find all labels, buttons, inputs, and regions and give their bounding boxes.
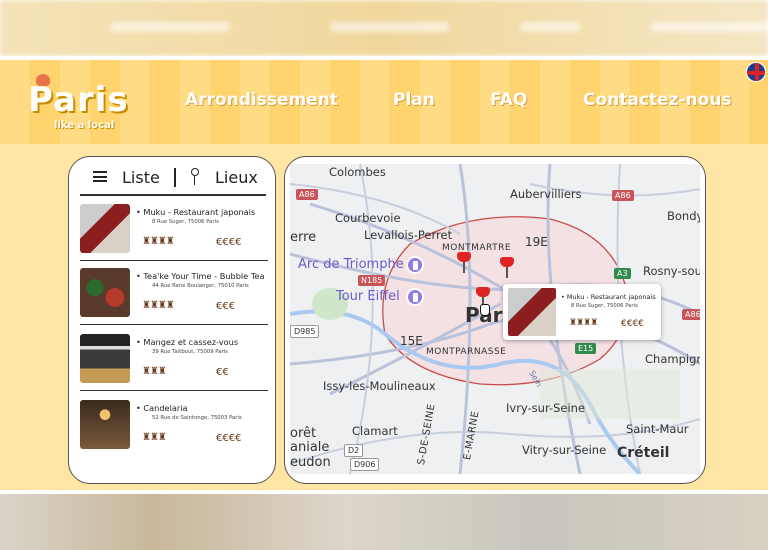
hand-cursor-icon: [480, 304, 490, 316]
map-pin-icon[interactable]: [457, 252, 471, 274]
map-label: aniale: [290, 440, 330, 455]
map-label: Issy-les-Moulineaux: [323, 379, 436, 393]
map-poi-label: Tour Eiffel: [336, 289, 400, 304]
list-item[interactable]: • Candelaria 52 Rue de Saintonge, 75003 …: [80, 395, 268, 455]
uk-flag-icon[interactable]: [746, 62, 766, 82]
map-label: Levallois-Perret: [364, 228, 453, 242]
restaurant-photo: [508, 288, 556, 336]
item-price: €€: [216, 367, 229, 378]
road-badge: A86: [296, 189, 318, 200]
map-label: Bondy: [667, 209, 700, 223]
popup-name: • Muku - Restaurant japonais: [561, 293, 656, 301]
divider: [80, 389, 268, 391]
map[interactable]: Colombes Aubervilliers Courbevoie Bondy …: [290, 164, 700, 474]
blurred-background-bottom: [0, 494, 768, 550]
eiffel-rating-icon: ♜♜♜♜: [142, 300, 175, 311]
map-label: erre: [290, 230, 317, 245]
item-name: • Candelaria: [136, 403, 188, 413]
list-item[interactable]: • Mangez et cassez-vous 39 Rue Taitbout,…: [80, 329, 268, 391]
map-label: Clamart: [352, 424, 398, 438]
item-price: €€€€: [216, 237, 242, 248]
map-label: Rosny-sous: [643, 264, 700, 278]
road-badge: A86: [682, 309, 700, 320]
restaurant-photo: [80, 268, 130, 317]
item-name: • Muku - Restaurant japonais: [136, 207, 256, 217]
map-poi-label: Arc de Triomphe: [298, 257, 404, 272]
logo[interactable]: Paris like a local: [28, 74, 148, 138]
divider: [80, 194, 266, 196]
item-address: 52 Rue de Saintonge, 75003 Paris: [152, 415, 242, 421]
tower-icon[interactable]: [406, 288, 424, 306]
tab-separator: [174, 168, 176, 187]
popup-price: €€€€: [621, 319, 644, 329]
nav-plan[interactable]: Plan: [393, 90, 435, 110]
blurred-background-top: [0, 0, 768, 56]
nav-contact[interactable]: Contactez-nous: [583, 90, 732, 110]
map-label: eudon: [290, 455, 331, 470]
map-label: Aubervilliers: [510, 187, 582, 201]
road-badge: D906: [350, 458, 380, 471]
road-badge: D2: [344, 444, 364, 457]
map-label: Champigny: [645, 352, 700, 366]
map-label: 15E: [400, 334, 423, 348]
item-name: • Tea'ke Your Time - Bubble Tea: [136, 271, 265, 281]
road-badge: E15: [575, 343, 597, 354]
item-address: 39 Rue Taitbout, 75009 Paris: [152, 349, 228, 355]
eiffel-rating-icon: ♜♜♜: [142, 432, 167, 443]
eiffel-rating-icon: ♜♜♜♜: [569, 318, 598, 328]
eiffel-rating-icon: ♜♜♜: [142, 366, 167, 377]
map-label: 19E: [525, 235, 548, 249]
divider: [80, 259, 268, 261]
map-panel: Colombes Aubervilliers Courbevoie Bondy …: [284, 156, 706, 484]
map-label: Créteil: [617, 445, 670, 461]
list-panel: Liste Lieux • Muku - Restaurant japonais…: [68, 156, 276, 484]
map-label: MONTPARNASSE: [426, 347, 507, 357]
item-price: €€€: [216, 301, 236, 312]
list-item[interactable]: • Muku - Restaurant japonais 8 Rue Suger…: [80, 199, 268, 261]
map-label: Vitry-sur-Seine: [522, 443, 607, 457]
item-address: 44 Rue René Boulanger, 75010 Paris: [152, 283, 249, 289]
item-price: €€€€: [216, 433, 242, 444]
eiffel-rating-icon: ♜♜♜♜: [142, 236, 175, 247]
item-name: • Mangez et cassez-vous: [136, 337, 239, 347]
map-pin-icon[interactable]: [500, 257, 514, 279]
tab-lieux[interactable]: Lieux: [215, 168, 258, 187]
item-address: 8 Rue Suger, 75006 Paris: [152, 219, 219, 225]
list-tabs: Liste Lieux: [69, 157, 275, 195]
map-label: Saint-Maur: [626, 422, 689, 436]
list-item[interactable]: • Tea'ke Your Time - Bubble Tea 44 Rue R…: [80, 263, 268, 325]
restaurant-photo: [80, 400, 130, 449]
tab-liste[interactable]: Liste: [122, 168, 160, 187]
road-badge: A3: [614, 268, 631, 279]
list-icon[interactable]: [93, 171, 107, 182]
logo-text: Paris: [28, 80, 129, 120]
restaurant-photo: [80, 204, 130, 253]
map-popup[interactable]: • Muku - Restaurant japonais 8 Rue Suger…: [503, 284, 661, 340]
road-badge: A86: [612, 190, 634, 201]
road-badge: D985: [290, 325, 320, 338]
popup-address: 8 Rue Suger, 75006 Paris: [571, 303, 638, 309]
map-label: MONTMARTRE: [442, 243, 512, 253]
restaurant-photo: [80, 334, 130, 383]
map-label: Colombes: [329, 165, 386, 179]
map-label: Ivry-sur-Seine: [506, 401, 586, 415]
map-label: Courbevoie: [335, 211, 401, 225]
main-content: Liste Lieux • Muku - Restaurant japonais…: [0, 144, 768, 490]
nav-arrondissement[interactable]: Arrondissement: [185, 90, 338, 110]
divider: [80, 323, 268, 325]
nav-faq[interactable]: FAQ: [490, 90, 527, 110]
logo-tagline: like a local: [54, 120, 115, 131]
pin-icon[interactable]: [190, 168, 199, 186]
map-label: orêt: [290, 426, 317, 441]
road-badge: N185: [358, 275, 386, 286]
monument-icon[interactable]: [406, 256, 424, 274]
